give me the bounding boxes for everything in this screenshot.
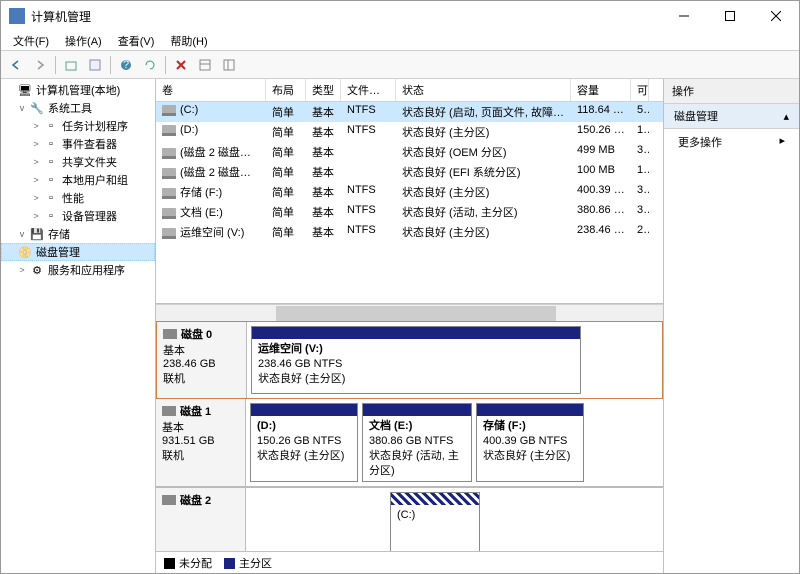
col-layout[interactable]: 布局 [266,79,306,101]
menubar: 文件(F) 操作(A) 查看(V) 帮助(H) [1,31,799,51]
tree-systools[interactable]: v🔧系统工具 [1,99,155,117]
view-detail-button[interactable] [218,54,240,76]
menu-file[interactable]: 文件(F) [7,31,55,51]
refresh-button[interactable] [139,54,161,76]
col-free[interactable]: 可 [631,79,649,101]
tree-systools-item[interactable]: >▫设备管理器 [1,207,155,225]
col-volume[interactable]: 卷 [156,79,266,101]
hscrollbar[interactable] [156,304,663,321]
properties-button[interactable] [84,54,106,76]
disk-row[interactable]: 磁盘 1基本931.51 GB联机(D:)150.26 GB NTFS状态良好 … [156,399,663,488]
partition[interactable]: (C:) [390,492,480,551]
tree-systools-item[interactable]: >▫共享文件夹 [1,153,155,171]
collapse-icon: ▴ [783,110,789,123]
minimize-button[interactable] [661,1,707,31]
window-title: 计算机管理 [31,8,661,25]
disk-row[interactable]: 磁盘 2(C:) [156,488,663,551]
actions-pane: 操作 磁盘管理▴ 更多操作▸ [664,79,799,573]
actions-sub[interactable]: 磁盘管理▴ [664,104,799,129]
nav-tree[interactable]: 🖥计算机管理(本地) v🔧系统工具 >▫任务计划程序>▫事件查看器>▫共享文件夹… [1,79,156,573]
close-button[interactable] [753,1,799,31]
volume-row[interactable]: 存储 (F:)简单基本NTFS状态良好 (主分区)400.39 GB3 [156,182,663,202]
volume-list[interactable]: 卷 布局 类型 文件系统 状态 容量 可 (C:)简单基本NTFS状态良好 (启… [156,79,663,304]
partition[interactable]: 存储 (F:)400.39 GB NTFS状态良好 (主分区) [476,403,584,482]
disk-row[interactable]: 磁盘 0基本238.46 GB联机运维空间 (V:)238.46 GB NTFS… [156,321,663,399]
tree-systools-item[interactable]: >▫任务计划程序 [1,117,155,135]
tree-systools-item[interactable]: >▫本地用户和组 [1,171,155,189]
maximize-button[interactable] [707,1,753,31]
col-capacity[interactable]: 容量 [571,79,631,101]
delete-button[interactable] [170,54,192,76]
titlebar: 计算机管理 [1,1,799,31]
tree-storage[interactable]: v💾存储 [1,225,155,243]
up-button[interactable] [60,54,82,76]
disk-icon [162,406,176,416]
volume-row[interactable]: (D:)简单基本NTFS状态良好 (主分区)150.26 GB1 [156,122,663,142]
legend-primary-icon [224,558,235,569]
menu-help[interactable]: 帮助(H) [164,31,213,51]
volume-header: 卷 布局 类型 文件系统 状态 容量 可 [156,79,663,102]
tree-root[interactable]: 🖥计算机管理(本地) [1,81,155,99]
volume-icon [162,148,176,159]
volume-icon [162,188,176,199]
legend-unalloc-icon [164,558,175,569]
arrow-right-icon: ▸ [779,134,785,150]
main-content: 卷 布局 类型 文件系统 状态 容量 可 (C:)简单基本NTFS状态良好 (启… [156,79,664,573]
disk-layout-pane[interactable]: 磁盘 0基本238.46 GB联机运维空间 (V:)238.46 GB NTFS… [156,321,663,551]
tree-services[interactable]: >⚙服务和应用程序 [1,261,155,279]
forward-button[interactable] [29,54,51,76]
back-button[interactable] [5,54,27,76]
volume-icon [162,208,176,219]
volume-icon [162,168,176,179]
col-type[interactable]: 类型 [306,79,341,101]
view-list-button[interactable] [194,54,216,76]
partition[interactable]: 运维空间 (V:)238.46 GB NTFS状态良好 (主分区) [251,326,581,394]
volume-row[interactable]: (C:)简单基本NTFS状态良好 (启动, 页面文件, 故障转储, 主分区)11… [156,102,663,122]
partition[interactable]: (D:)150.26 GB NTFS状态良好 (主分区) [250,403,358,482]
volume-icon [162,105,176,116]
volume-row[interactable]: 运维空间 (V:)简单基本NTFS状态良好 (主分区)238.46 GB2 [156,222,663,242]
volume-row[interactable]: (磁盘 2 磁盘分区 1)简单基本状态良好 (OEM 分区)499 MB3 [156,142,663,162]
help-button[interactable]: ? [115,54,137,76]
volume-icon [162,125,176,136]
legend: 未分配 主分区 [156,551,663,573]
menu-action[interactable]: 操作(A) [59,31,108,51]
volume-icon [162,228,176,239]
col-status[interactable]: 状态 [396,79,571,101]
col-fs[interactable]: 文件系统 [341,79,396,101]
tree-systools-item[interactable]: >▫事件查看器 [1,135,155,153]
volume-row[interactable]: (磁盘 2 磁盘分区 2)简单基本状态良好 (EFI 系统分区)100 MB1 [156,162,663,182]
disk-icon [163,329,177,339]
actions-more[interactable]: 更多操作▸ [664,129,799,155]
partition[interactable]: 文档 (E:)380.86 GB NTFS状态良好 (活动, 主分区) [362,403,472,482]
tree-systools-item[interactable]: >▫性能 [1,189,155,207]
volume-row[interactable]: 文档 (E:)简单基本NTFS状态良好 (活动, 主分区)380.86 GB3 [156,202,663,222]
tree-diskmgmt[interactable]: 📀磁盘管理 [1,243,155,261]
app-icon [9,8,25,24]
disk-icon [162,495,176,505]
menu-view[interactable]: 查看(V) [112,31,161,51]
actions-header: 操作 [664,79,799,104]
toolbar: ? [1,51,799,79]
svg-text:?: ? [123,59,129,71]
